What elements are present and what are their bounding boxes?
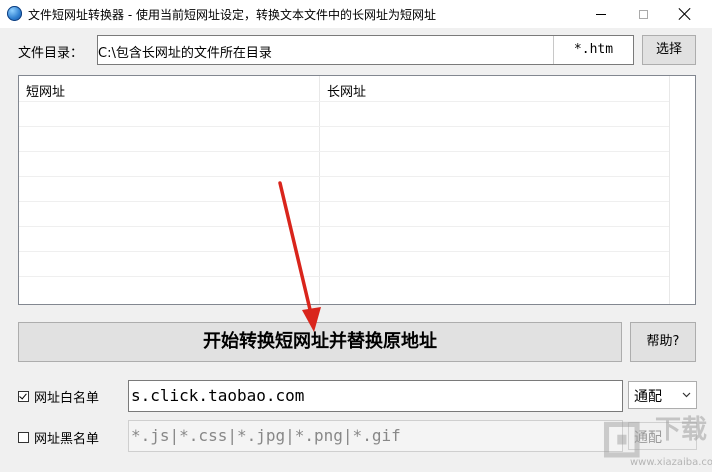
whitelist-label: 网址白名单 [34, 391, 100, 406]
column-divider [319, 76, 320, 304]
file-filter-input[interactable]: *.htm [553, 36, 633, 64]
row-line [19, 251, 669, 252]
watermark-url: www.xiazaiba.com [630, 457, 712, 468]
url-list[interactable]: 短网址 长网址 [18, 75, 696, 305]
title-bar: 文件短网址转换器 - 使用当前短网址设定，转换文本文件中的长网址为短网址 [0, 0, 712, 28]
row-line [19, 101, 669, 102]
whitelist-mode-value: 通配 [634, 389, 662, 405]
start-convert-button[interactable]: 开始转换短网址并替换原地址 [18, 322, 622, 362]
column-header-long-url[interactable]: 长网址 [327, 81, 366, 100]
row-line [19, 226, 669, 227]
row-line [19, 151, 669, 152]
minimize-icon [596, 13, 606, 15]
help-button[interactable]: 帮助? [630, 322, 696, 362]
directory-label: 文件目录： [18, 46, 84, 61]
directory-path-text: C:\包含长网址的文件所在目录 [98, 46, 272, 61]
maximize-icon [638, 9, 648, 19]
close-button[interactable] [662, 0, 708, 28]
row-line [19, 176, 669, 177]
minimize-button[interactable] [578, 0, 624, 28]
blacklist-checkbox[interactable] [18, 432, 29, 443]
blacklist-checkbox-row[interactable]: 网址黑名单 [18, 428, 99, 447]
row-line [19, 126, 669, 127]
whitelist-input[interactable]: s.click.taobao.com [128, 380, 623, 412]
whitelist-checkbox-row[interactable]: 网址白名单 [18, 387, 99, 406]
column-divider [669, 76, 670, 304]
list-header: 短网址 长网址 [19, 76, 669, 101]
window-title: 文件短网址转换器 - 使用当前短网址设定，转换文本文件中的长网址为短网址 [28, 8, 436, 22]
chevron-down-icon [682, 392, 691, 398]
maximize-button[interactable] [620, 0, 666, 28]
row-line [19, 276, 669, 277]
close-icon [678, 7, 692, 21]
column-header-short-url[interactable]: 短网址 [26, 81, 65, 100]
whitelist-checkbox[interactable] [18, 391, 29, 402]
blacklist-mode-select[interactable]: 通配 [628, 422, 697, 450]
select-directory-button[interactable]: 选择 [642, 35, 696, 65]
app-globe-icon [7, 6, 22, 21]
blacklist-mode-value: 通配 [634, 430, 662, 446]
blacklist-label: 网址黑名单 [34, 432, 100, 447]
whitelist-mode-select[interactable]: 通配 [628, 381, 697, 409]
row-line [19, 201, 669, 202]
blacklist-input[interactable]: *.js|*.css|*.jpg|*.png|*.gif [128, 420, 623, 452]
